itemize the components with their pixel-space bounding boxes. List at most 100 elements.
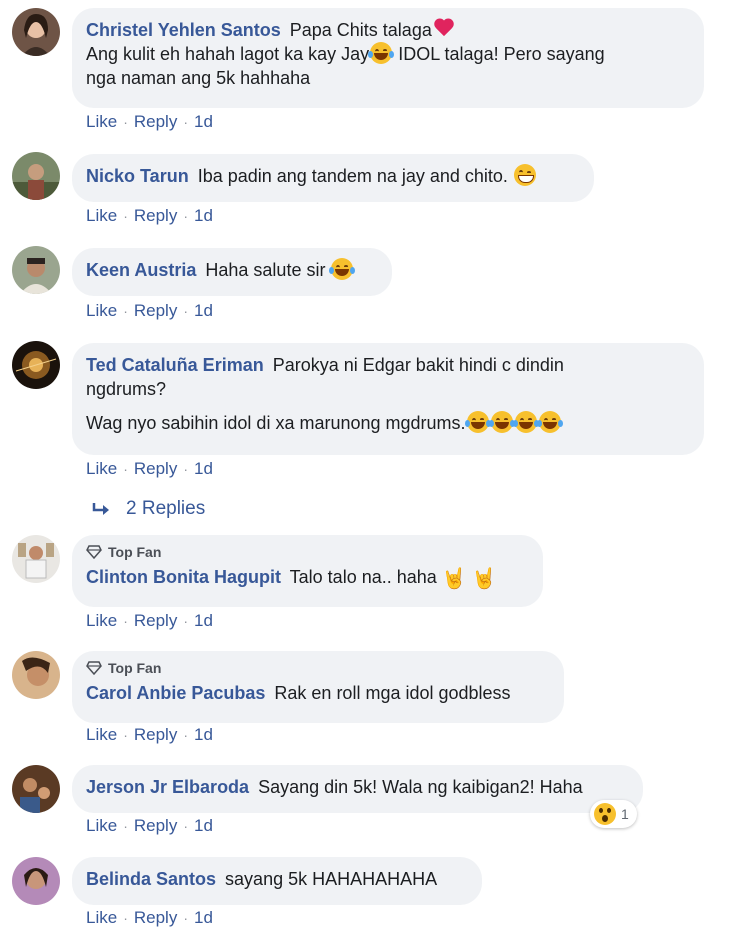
timestamp[interactable]: 1d <box>194 112 213 132</box>
comment-text: Rak en roll mga idol godbless <box>274 683 511 703</box>
separator: · <box>123 303 128 319</box>
avatar[interactable] <box>12 341 60 389</box>
like-link[interactable]: Like <box>86 816 117 836</box>
reply-link[interactable]: Reply <box>134 459 177 479</box>
reaction-count: 1 <box>621 806 629 822</box>
comment-text: ngdrums? <box>86 379 167 399</box>
comment-actions: Like · Reply · 1d <box>86 908 213 928</box>
comment-actions: Like · Reply · 1d <box>86 725 213 745</box>
wow-reaction-icon <box>594 803 616 825</box>
comment-author[interactable]: Jerson Jr Elbaroda <box>86 777 249 797</box>
timestamp[interactable]: 1d <box>194 816 213 836</box>
reply-link[interactable]: Reply <box>134 206 177 226</box>
like-link[interactable]: Like <box>86 908 117 928</box>
view-replies-link[interactable]: 2 Replies <box>92 498 205 520</box>
comment-text: sayang 5k HAHAHAHAHA <box>225 869 438 889</box>
reply-link[interactable]: Reply <box>134 725 177 745</box>
comment-actions: Like · Reply · 1d <box>86 206 213 226</box>
comment-bubble: Ted Cataluña Eriman Parokya ni Edgar bak… <box>72 343 704 455</box>
separator: · <box>123 613 128 629</box>
separator: · <box>183 727 188 743</box>
comment-text: Ang kulit eh hahah lagot ka kay Jay <box>86 44 370 64</box>
comment-author[interactable]: Christel Yehlen Santos <box>86 20 281 40</box>
comment-text: nga naman ang 5k hahhaha <box>86 68 311 88</box>
comment-author[interactable]: Nicko Tarun <box>86 166 189 186</box>
avatar[interactable] <box>12 535 60 583</box>
avatar[interactable] <box>12 246 60 294</box>
timestamp[interactable]: 1d <box>194 725 213 745</box>
separator: · <box>123 818 128 834</box>
comment-text: Haha salute sir <box>205 260 326 280</box>
separator: · <box>183 910 188 926</box>
laughing-emoji-icon <box>536 411 563 433</box>
top-fan-badge: Top Fan <box>86 659 550 677</box>
like-link[interactable]: Like <box>86 301 117 321</box>
comment-text: Sayang din 5k! Wala ng kaibigan2! Haha <box>258 777 583 797</box>
like-link[interactable]: Like <box>86 459 117 479</box>
avatar[interactable] <box>12 651 60 699</box>
comment-actions: Like · Reply · 1d <box>86 301 213 321</box>
like-link[interactable]: Like <box>86 206 117 226</box>
reply-link[interactable]: Reply <box>134 611 177 631</box>
reply-arrow-icon <box>92 503 109 515</box>
reply-link[interactable]: Reply <box>134 816 177 836</box>
laughing-emoji-icon <box>329 258 356 280</box>
comment-text: Iba padin ang tandem na jay and chito. <box>197 166 508 186</box>
like-link[interactable]: Like <box>86 725 117 745</box>
top-fan-badge: Top Fan <box>86 543 529 561</box>
separator: · <box>123 208 128 224</box>
separator: · <box>183 818 188 834</box>
avatar[interactable] <box>12 765 60 813</box>
replies-count[interactable]: 2 Replies <box>126 498 205 520</box>
comment-text: IDOL talaga! Pero sayang <box>393 44 605 64</box>
comment-author[interactable]: Carol Anbie Pacubas <box>86 683 265 703</box>
separator: · <box>183 114 188 130</box>
comment-text: Parokya ni Edgar bakit hindi c dindin <box>272 355 564 375</box>
timestamp[interactable]: 1d <box>194 459 213 479</box>
reaction-count-badge[interactable]: 1 <box>590 800 637 828</box>
diamond-icon <box>86 661 102 675</box>
separator: · <box>123 114 128 130</box>
diamond-icon <box>86 545 102 559</box>
comment-bubble: Keen Austria Haha salute sir <box>72 248 392 296</box>
avatar[interactable] <box>12 152 60 200</box>
timestamp[interactable]: 1d <box>194 206 213 226</box>
reply-link[interactable]: Reply <box>134 112 177 132</box>
comment-author[interactable]: Keen Austria <box>86 260 196 280</box>
timestamp[interactable]: 1d <box>194 611 213 631</box>
comment-bubble: Christel Yehlen Santos Papa Chits talaga… <box>72 8 704 108</box>
separator: · <box>123 910 128 926</box>
comment-bubble: Nicko Tarun Iba padin ang tandem na jay … <box>72 154 594 202</box>
separator: · <box>123 461 128 477</box>
comment-text: Wag nyo sabihin idol di xa marunong mgdr… <box>86 413 466 433</box>
comment-actions: Like · Reply · 1d <box>86 611 213 631</box>
laughing-emoji-icon <box>368 42 395 64</box>
laughing-emoji-icon <box>464 411 491 433</box>
separator: · <box>183 208 188 224</box>
separator: · <box>183 613 188 629</box>
grinning-emoji-icon <box>513 164 536 186</box>
comment-text: Papa Chits talaga <box>289 20 432 40</box>
comment-bubble: Belinda Santos sayang 5k HAHAHAHAHA <box>72 857 482 905</box>
top-fan-label: Top Fan <box>108 544 162 560</box>
reply-link[interactable]: Reply <box>134 301 177 321</box>
comment-bubble: Jerson Jr Elbaroda Sayang din 5k! Wala n… <box>72 765 643 813</box>
comment-author[interactable]: Clinton Bonita Hagupit <box>86 567 281 587</box>
comment-text: Talo talo na.. haha <box>289 567 437 587</box>
reply-link[interactable]: Reply <box>134 908 177 928</box>
comment-author[interactable]: Ted Cataluña Eriman <box>86 355 264 375</box>
timestamp[interactable]: 1d <box>194 301 213 321</box>
timestamp[interactable]: 1d <box>194 908 213 928</box>
like-link[interactable]: Like <box>86 112 117 132</box>
comment-author[interactable]: Belinda Santos <box>86 869 216 889</box>
laughing-emoji-icon <box>512 411 539 433</box>
comment-actions: Like · Reply · 1d <box>86 112 213 132</box>
laughing-emoji-icon <box>488 411 515 433</box>
comment-bubble: Top Fan Carol Anbie Pacubas Rak en roll … <box>72 651 564 723</box>
comment-actions: Like · Reply · 1d <box>86 459 213 479</box>
like-link[interactable]: Like <box>86 611 117 631</box>
comment-actions: Like · Reply · 1d <box>86 816 213 836</box>
avatar[interactable] <box>12 857 60 905</box>
avatar[interactable] <box>12 8 60 56</box>
separator: · <box>123 727 128 743</box>
